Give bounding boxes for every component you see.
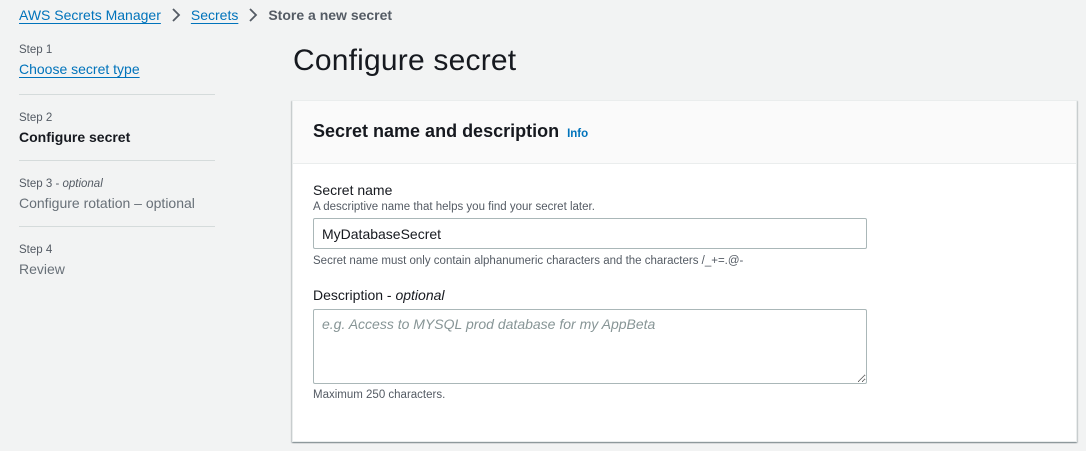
description-label: Description - optional: [313, 287, 445, 303]
step-optional-label: optional: [62, 178, 103, 190]
secret-name-label: Secret name: [313, 182, 393, 198]
secret-name-description: A descriptive name that helps you find y…: [313, 201, 595, 213]
secret-name-field: Secret name A descriptive name that help…: [313, 182, 1056, 267]
info-link[interactable]: Info: [567, 128, 588, 140]
panel-body: Secret name A descriptive name that help…: [293, 164, 1076, 401]
step-title-configure-rotation: Configure rotation – optional: [19, 195, 195, 211]
chevron-right-icon: [242, 5, 264, 25]
description-textarea[interactable]: [313, 309, 867, 384]
step-1: Step 1 Choose secret type: [19, 44, 215, 95]
secret-name-constraint: Secret name must only contain alphanumer…: [313, 255, 744, 267]
description-constraint: Maximum 250 characters.: [313, 389, 446, 401]
step-title-review: Review: [19, 261, 65, 277]
breadcrumb-current: Store a new secret: [268, 7, 393, 23]
chevron-right-icon: [165, 5, 187, 25]
panel-header: Secret name and description Info: [293, 101, 1076, 164]
description-optional-label: optional: [395, 287, 445, 303]
page-title: Configure secret: [293, 44, 517, 77]
description-field: Description - optional Maximum 250 chara…: [313, 287, 1056, 401]
breadcrumb: AWS Secrets Manager Secrets Store a new …: [19, 5, 392, 25]
wizard-steps: Step 1 Choose secret type Step 2 Configu…: [19, 44, 215, 309]
step-label: Step 3 - optional: [19, 178, 103, 190]
step-link-choose-secret-type[interactable]: Choose secret type: [19, 61, 140, 77]
breadcrumb-secrets-link[interactable]: Secrets: [191, 7, 238, 23]
secret-name-description-panel: Secret name and description Info Secret …: [292, 100, 1077, 442]
breadcrumb-secrets-manager-link[interactable]: AWS Secrets Manager: [19, 7, 161, 23]
step-4: Step 4 Review: [19, 244, 215, 292]
panel-title: Secret name and description: [313, 121, 560, 141]
step-2: Step 2 Configure secret: [19, 112, 215, 161]
step-label: Step 4: [19, 244, 53, 256]
secret-name-input[interactable]: [313, 218, 867, 249]
step-3: Step 3 - optional Configure rotation – o…: [19, 178, 215, 227]
step-label: Step 2: [19, 112, 53, 124]
step-title-configure-secret: Configure secret: [19, 129, 131, 145]
step-label: Step 1: [19, 44, 53, 56]
